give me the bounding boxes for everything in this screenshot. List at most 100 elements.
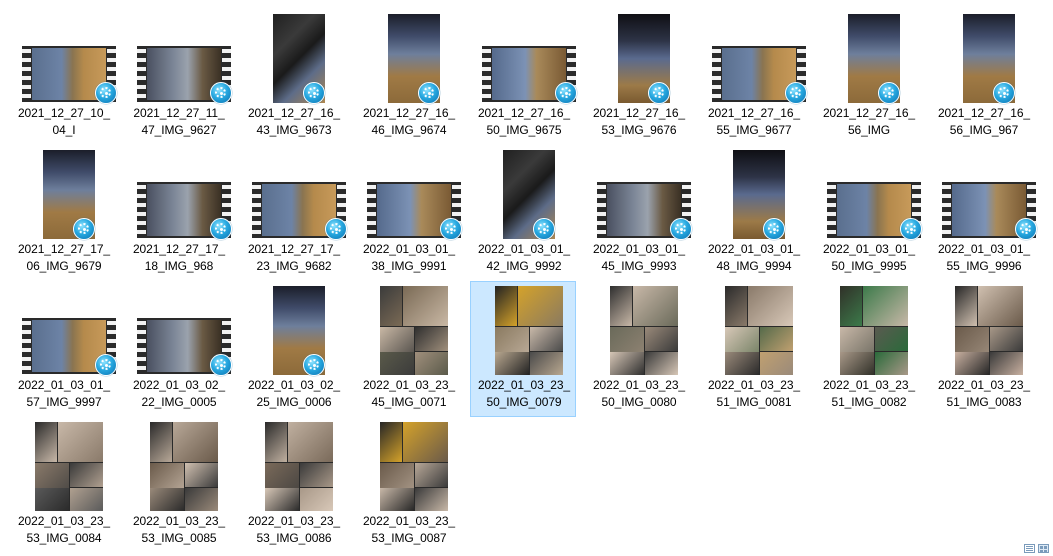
file-thumbnail (241, 146, 347, 242)
file-name: 2022_01_03_02_ 25_IMG_0006 (241, 377, 347, 411)
file-thumbnail (586, 282, 692, 378)
file-item[interactable]: 2021_12_27_10_ 04_I (10, 9, 117, 145)
file-item[interactable]: 2021_12_27_16_ 43_IMG_9673 (240, 9, 346, 145)
file-name-line: 45_IMG_9993 (601, 259, 677, 273)
file-thumbnail (241, 10, 347, 106)
file-name-line: 2021_12_27_17_ (132, 242, 226, 256)
file-thumbnail (11, 418, 117, 514)
video-file-icon (670, 218, 692, 240)
file-item[interactable]: 2022_01_03_01_ 50_IMG_9995 (815, 145, 922, 281)
file-item[interactable]: 2022_01_03_02_ 22_IMG_0005 (125, 281, 232, 417)
file-name: 2022_01_03_23_ 51_IMG_0082 (816, 377, 922, 411)
video-file-icon (303, 354, 325, 376)
video-file-icon (418, 82, 440, 104)
file-thumbnail (126, 10, 232, 106)
file-item[interactable]: 2021_12_27_16_ 55_IMG_9677 (700, 9, 807, 145)
file-name: 2021_12_27_10_ 04_I (11, 105, 117, 139)
file-item[interactable]: 2022_01_03_23_ 53_IMG_0087 (355, 417, 461, 553)
view-toggle (1024, 544, 1049, 553)
file-name-line: 53_IMG_0085 (141, 531, 217, 545)
file-item[interactable]: 2021_12_27_17_ 18_IMG_968 (125, 145, 232, 281)
file-thumbnail (11, 282, 117, 378)
file-name: 2021_12_27_11_ 47_IMG_9627 (126, 105, 232, 139)
file-name-line: 51_IMG_0082 (831, 395, 907, 409)
file-thumbnail (931, 282, 1037, 378)
file-item[interactable]: 2022_01_03_23_ 53_IMG_0086 (240, 417, 346, 553)
file-item[interactable]: 2022_01_03_01_ 55_IMG_9996 (930, 145, 1037, 281)
file-item[interactable]: 2021_12_27_16_ 46_IMG_9674 (355, 9, 461, 145)
file-item[interactable]: 2021_12_27_16_ 56_IMG (815, 9, 921, 145)
file-thumbnail (931, 146, 1037, 242)
video-file-icon (325, 218, 347, 240)
file-name-line: 55_IMG_9996 (946, 259, 1022, 273)
file-item[interactable]: 2021_12_27_16_ 50_IMG_9675 (470, 9, 577, 145)
file-name-line: 48_IMG_9994 (716, 259, 792, 273)
file-name-line: 2022_01_03_01_ (707, 242, 801, 256)
file-thumbnail (816, 146, 922, 242)
file-thumbnail (586, 146, 692, 242)
file-name: 2022_01_03_01_ 42_IMG_9992 (471, 241, 577, 275)
file-thumbnail (356, 10, 462, 106)
file-thumbnail (11, 146, 117, 242)
file-thumbnail (816, 10, 922, 106)
file-item[interactable]: 2022_01_03_01_ 48_IMG_9994 (700, 145, 806, 281)
file-name: 2022_01_03_23_ 53_IMG_0086 (241, 513, 347, 547)
file-name: 2021_12_27_17_ 18_IMG_968 (126, 241, 232, 275)
file-name-line: 2022_01_03_01_ (477, 242, 571, 256)
file-name: 2022_01_03_23_ 45_IMG_0071 (356, 377, 462, 411)
file-item[interactable]: 2022_01_03_01_ 57_IMG_9997 (10, 281, 117, 417)
file-name-line: 2022_01_03_23_ (822, 378, 916, 392)
file-item[interactable]: 2021_12_27_17_ 06_IMG_9679 (10, 145, 116, 281)
file-name-line: 56_IMG_967 (949, 123, 1019, 137)
file-thumbnail (701, 10, 807, 106)
file-name-line: 2021_12_27_16_ (822, 106, 916, 120)
file-name-line: 2021_12_27_10_ (17, 106, 111, 120)
file-name-line: 2022_01_03_23_ (937, 378, 1031, 392)
file-name: 2022_01_03_23_ 53_IMG_0087 (356, 513, 462, 547)
file-item[interactable]: 2022_01_03_02_ 25_IMG_0006 (240, 281, 346, 417)
file-name: 2022_01_03_01_ 57_IMG_9997 (11, 377, 117, 411)
file-item[interactable]: 2022_01_03_23_ 53_IMG_0085 (125, 417, 231, 553)
file-item[interactable]: 2021_12_27_11_ 47_IMG_9627 (125, 9, 232, 145)
file-item[interactable]: 2022_01_03_23_ 45_IMG_0071 (355, 281, 461, 417)
file-name-line: 23_IMG_9682 (256, 259, 332, 273)
file-item[interactable]: 2022_01_03_23_ 51_IMG_0082 (815, 281, 921, 417)
file-item[interactable]: 2021_12_27_17_ 23_IMG_9682 (240, 145, 347, 281)
file-thumbnail (586, 10, 692, 106)
file-name-line: 2022_01_03_23_ (247, 514, 341, 528)
file-name: 2021_12_27_16_ 46_IMG_9674 (356, 105, 462, 139)
file-item[interactable]: 2022_01_03_23_ 51_IMG_0081 (700, 281, 806, 417)
video-file-icon (210, 82, 232, 104)
file-item[interactable]: 2022_01_03_23_ 51_IMG_0083 (930, 281, 1036, 417)
file-item[interactable]: 2022_01_03_01_ 38_IMG_9991 (355, 145, 462, 281)
file-name-line: 47_IMG_9627 (141, 123, 217, 137)
file-name: 2022_01_03_23_ 53_IMG_0085 (126, 513, 232, 547)
file-item[interactable]: 2021_12_27_16_ 56_IMG_967 (930, 9, 1036, 145)
file-item[interactable]: 2022_01_03_23_ 50_IMG_0080 (585, 281, 691, 417)
video-file-icon (900, 218, 922, 240)
details-view-icon[interactable] (1024, 544, 1035, 553)
file-thumbnail (471, 146, 577, 242)
video-file-icon (648, 82, 670, 104)
file-name: 2022_01_03_01_ 55_IMG_9996 (931, 241, 1037, 275)
file-item[interactable]: 2021_12_27_16_ 53_IMG_9676 (585, 9, 691, 145)
file-item[interactable]: 2022_01_03_23_ 53_IMG_0084 (10, 417, 116, 553)
file-item[interactable]: 2022_01_03_23_ 50_IMG_0079 (470, 281, 576, 417)
file-name-line: 56_IMG (847, 123, 891, 137)
file-thumbnail (126, 146, 232, 242)
file-name-line: 2021_12_27_16_ (477, 106, 571, 120)
file-name-line: 2022_01_03_01_ (17, 378, 111, 392)
file-name: 2021_12_27_16_ 43_IMG_9673 (241, 105, 347, 139)
video-file-icon (210, 354, 232, 376)
large-icons-view-icon[interactable] (1038, 544, 1049, 553)
file-name-line: 22_IMG_0005 (141, 395, 217, 409)
file-name-line: 51_IMG_0083 (946, 395, 1022, 409)
file-item[interactable]: 2022_01_03_01_ 42_IMG_9992 (470, 145, 576, 281)
file-name-line: 42_IMG_9992 (486, 259, 562, 273)
file-name-line: 2021_12_27_16_ (707, 106, 801, 120)
file-name-line: 25_IMG_0006 (256, 395, 332, 409)
file-name-line: 2022_01_03_01_ (822, 242, 916, 256)
file-name-line: 57_IMG_9997 (26, 395, 102, 409)
file-item[interactable]: 2022_01_03_01_ 45_IMG_9993 (585, 145, 692, 281)
file-name-line: 2022_01_03_23_ (17, 514, 111, 528)
